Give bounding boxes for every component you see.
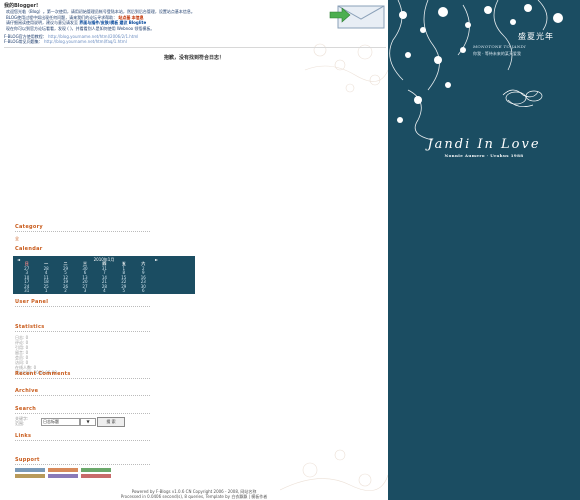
divider xyxy=(15,395,150,396)
bold-2: 建议 xyxy=(119,20,128,25)
divider xyxy=(15,440,150,441)
footer: Powered by F-Blogs v1.0.6 CN Copyright 2… xyxy=(0,489,388,499)
section-search-title: Search xyxy=(15,406,37,412)
section-category-title: Category xyxy=(15,224,43,230)
section-links-title: Links xyxy=(15,433,32,439)
calendar-week-row: 31 1 2 3 4 5 6 xyxy=(17,288,153,294)
faq-link[interactable]: http://blog.yourname.net/html/faq/1.html xyxy=(44,39,127,44)
support-badge[interactable] xyxy=(48,468,78,472)
search-scope-select[interactable]: ▼ xyxy=(80,418,96,426)
calendar-day[interactable]: 5 xyxy=(114,288,133,294)
calendar-day[interactable]: 6 xyxy=(134,288,153,294)
support-badge[interactable] xyxy=(15,474,45,478)
faq-link-label: F-BLOG常见问题集： xyxy=(4,39,43,44)
calendar-grid: 日 一 二 三 四 五 六 27 28 29 30 31 1 2 3 4 5 6… xyxy=(17,261,153,294)
search-scope-label: 范围: xyxy=(15,421,25,426)
banner-chinese-subtitle: 你我 · 等待未来的某天爱我 xyxy=(473,51,521,56)
calendar-next-button[interactable]: ► xyxy=(155,257,158,262)
banner-title: Jandi In Love xyxy=(427,137,541,152)
welcome-links: F-BLOG官方使用教程： http://blog.yourname.net/h… xyxy=(4,34,344,44)
footer-line-2: Processed in 0.0406 second(s), 8 queries… xyxy=(120,494,268,499)
welcome-panel: 我的Blogger! 欢迎您光临（Blog）。第一次使用，请用初始管理员帐号登陆… xyxy=(4,2,344,44)
divider xyxy=(15,378,150,379)
banner-chinese-title: 盛夏光年 xyxy=(518,32,554,41)
divider xyxy=(15,464,150,465)
calendar-widget: ◄ 2010年1月 ► 日 一 二 三 四 五 六 27 28 29 30 31… xyxy=(13,256,195,294)
category-item[interactable]: 全 xyxy=(15,236,19,241)
section-recent-comments-title: Recent Comments xyxy=(15,371,71,377)
divider xyxy=(15,331,150,332)
section-statistics-title: Statistics xyxy=(15,324,45,330)
search-form: 关键字: 范围: 日志标题 ▼ 搜 索 xyxy=(15,416,165,428)
section-support-title: Support xyxy=(15,457,40,463)
calendar-day[interactable]: 3 xyxy=(75,288,94,294)
support-badge[interactable] xyxy=(81,474,111,478)
support-badge[interactable] xyxy=(81,468,111,472)
support-badge[interactable] xyxy=(48,474,78,478)
statistics-list: 日志: 0 评论: 0 引用: 0 留言: 0 会员: 0 访问: 0 在线人数… xyxy=(15,335,57,375)
envelope-icon xyxy=(329,5,385,29)
welcome-paragraph-2-text: BLOG使用过程中如出现任何问题，请来我们的论坛寻求帮助： xyxy=(6,14,118,20)
sidebar-banner: 盛夏光年 MONOTONE TO JANDI 你我 · 等待未来的某天爱我 Ja… xyxy=(388,0,580,500)
welcome-title: 我的Blogger! xyxy=(4,3,39,9)
divider xyxy=(15,306,150,307)
bold-1: 界面与插件/皮肤/模板 xyxy=(79,20,119,25)
highlight-2: 本信息 xyxy=(131,14,144,20)
calendar-day[interactable]: 4 xyxy=(95,288,114,294)
highlight-1: 站点基 xyxy=(118,14,131,20)
floral-pattern xyxy=(389,0,563,141)
main-content: 我的Blogger! 欢迎您光临（Blog）。第一次使用，请用初始管理员帐号登陆… xyxy=(0,0,388,500)
calendar-day[interactable]: 31 xyxy=(17,288,36,294)
section-user-panel-title: User Panel xyxy=(15,299,49,305)
floral-decoration-top xyxy=(304,43,388,93)
search-button[interactable]: 搜 索 xyxy=(97,417,125,427)
divider xyxy=(4,47,386,48)
divider xyxy=(15,231,150,232)
welcome-paragraph-4: 现在你可以到官方论坛看看，发现 ( )，并看看别人是如何使用 Webnoo 领悟… xyxy=(6,25,155,31)
banner-subtitle: Nonnie Aumero · Urahus 1988 xyxy=(444,153,524,158)
faq-link-row: F-BLOG常见问题集： http://blog.yourname.net/ht… xyxy=(4,39,344,44)
support-badge[interactable] xyxy=(15,468,45,472)
welcome-paragraph-3-text: 请仔细阅读使用说明，建议与意见请发至 xyxy=(6,20,78,25)
calendar-day[interactable]: 1 xyxy=(36,288,55,294)
bold-3: Bloglite xyxy=(128,20,147,25)
search-input[interactable]: 日志标题 xyxy=(41,418,80,426)
calendar-day[interactable]: 2 xyxy=(56,288,75,294)
section-calendar-title: Calendar xyxy=(15,246,43,252)
empty-notice: 抱歉，没有找到符合日志！ xyxy=(163,55,224,61)
divider xyxy=(15,413,150,414)
section-archive-title: Archive xyxy=(15,388,39,394)
banner-monotone-text: MONOTONE TO JANDI xyxy=(473,44,526,49)
